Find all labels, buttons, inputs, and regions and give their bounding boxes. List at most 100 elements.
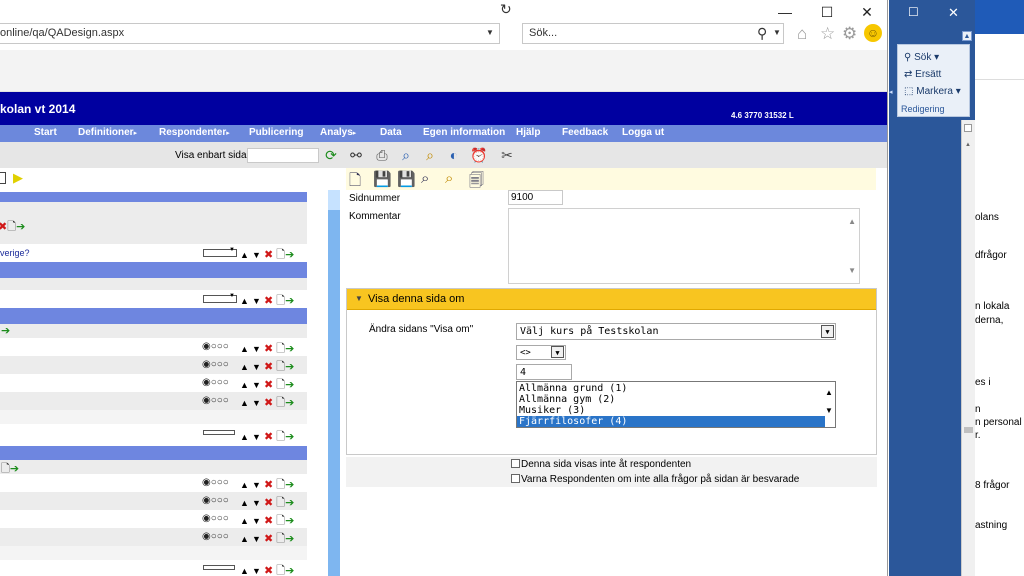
search-input[interactable]: Sök... ⚲ ▼: [522, 23, 784, 44]
document-icon[interactable]: 🗋: [276, 479, 285, 491]
document-icon[interactable]: 🗋: [276, 361, 285, 373]
list-item[interactable]: Musiker (3): [517, 405, 825, 416]
delete-icon[interactable]: ✖: [264, 479, 273, 491]
ruler-toggle[interactable]: [964, 124, 972, 132]
document-icon[interactable]: 🗋: [276, 343, 285, 355]
move-up-icon[interactable]: ▲: [240, 432, 249, 442]
zoom-question-icon[interactable]: ⌕: [445, 170, 453, 187]
save-icon[interactable]: 💾: [373, 170, 392, 188]
move-arrow-icon[interactable]: ➔: [285, 533, 294, 545]
print-icon[interactable]: ⎙: [373, 146, 391, 164]
question-row[interactable]: ▲ ▼ ✖ 🗋➔: [0, 560, 307, 576]
question-type-dropdown[interactable]: ▼: [203, 247, 237, 257]
move-arrow-icon[interactable]: ➔: [285, 515, 294, 527]
move-down-icon[interactable]: ▼: [252, 480, 261, 490]
ribbon-collapse-icon[interactable]: ▲: [962, 31, 972, 41]
question-row[interactable]: ▲ ▼ ✖ 🗋➔: [0, 424, 307, 444]
list-item[interactable]: Allmänna grund (1): [517, 383, 825, 394]
move-down-icon[interactable]: ▼: [252, 250, 261, 260]
move-up-icon[interactable]: ▲: [240, 296, 249, 306]
collapse-checkbox[interactable]: [0, 172, 6, 184]
play-arrow-icon[interactable]: ▶: [13, 170, 23, 186]
move-arrow-icon[interactable]: ➔: [285, 397, 294, 409]
move-arrow-icon[interactable]: ➔: [285, 565, 294, 576]
move-down-icon[interactable]: ▼: [252, 344, 261, 354]
delete-icon[interactable]: ✖: [264, 397, 273, 409]
menu-start[interactable]: Start: [34, 127, 57, 138]
chevron-down-icon[interactable]: ▼: [821, 325, 834, 338]
feedback-smiley-icon[interactable]: ☺: [864, 24, 882, 42]
operator-select[interactable]: <> ▼: [516, 345, 566, 360]
delete-icon[interactable]: ✖: [264, 295, 273, 307]
move-up-icon[interactable]: ▲: [240, 498, 249, 508]
move-down-icon[interactable]: ▼: [252, 498, 261, 508]
scroll-down-icon[interactable]: ▼: [848, 266, 856, 275]
move-up-icon[interactable]: ▲: [240, 362, 249, 372]
move-arrow-icon[interactable]: ➔: [285, 379, 294, 391]
move-up-icon[interactable]: ▲: [240, 516, 249, 526]
copy-page-icon[interactable]: 🗐: [469, 170, 484, 195]
menu-data[interactable]: Data: [380, 127, 402, 138]
delete-icon[interactable]: ✖: [264, 565, 273, 576]
scroll-up-icon[interactable]: ▲: [825, 388, 833, 397]
answer-options-listbox[interactable]: Allmänna grund (1) Allmänna gym (2) Musi…: [516, 381, 836, 428]
document-icon[interactable]: 🗋: [276, 533, 285, 545]
close-button[interactable]: ✕: [852, 2, 882, 22]
scroll-up-icon[interactable]: ▲: [848, 217, 856, 226]
select-button[interactable]: ⬚ Markera ▾: [904, 86, 961, 97]
move-arrow-icon[interactable]: ➔: [285, 361, 294, 373]
replace-button[interactable]: ⇄ Ersätt: [904, 69, 941, 80]
delete-icon[interactable]: ✖: [264, 379, 273, 391]
search-icon[interactable]: ⚲: [757, 25, 767, 42]
move-arrow-icon[interactable]: ➔: [285, 249, 294, 261]
delete-icon[interactable]: ✖: [264, 343, 273, 355]
condition-value-input[interactable]: 4: [516, 364, 572, 380]
save-as-icon[interactable]: 💾: [397, 170, 416, 188]
chevron-down-icon[interactable]: ▼: [551, 346, 564, 358]
question-row[interactable]: ▼ ▲ ▼ ✖ 🗋➔: [0, 290, 307, 308]
delete-icon[interactable]: ✖: [264, 431, 273, 443]
move-arrow-icon[interactable]: ➔: [1, 324, 10, 337]
move-up-icon[interactable]: ▲: [240, 380, 249, 390]
scroll-up-icon[interactable]: ▲: [965, 142, 971, 148]
zoom-icon[interactable]: ⌕: [421, 170, 429, 187]
list-item[interactable]: Allmänna gym (2): [517, 394, 825, 405]
move-up-icon[interactable]: ▲: [240, 250, 249, 260]
favorites-star-icon[interactable]: ☆: [820, 24, 835, 44]
move-arrow-icon[interactable]: ➔: [285, 479, 294, 491]
menu-respondenter[interactable]: Respondenter▸: [159, 127, 230, 138]
question-row[interactable]: verige? ▼ ▲ ▼ ✖ 🗋➔: [0, 244, 307, 262]
question-row[interactable]: ◉○○○ ▲ ▼ ✖ 🗋➔: [0, 338, 307, 356]
warn-respondent-checkbox[interactable]: [511, 474, 520, 483]
zoom-page-icon[interactable]: ⌕: [397, 146, 415, 164]
address-dropdown-icon[interactable]: ▼: [486, 28, 494, 37]
delete-icon[interactable]: ✖: [264, 249, 273, 261]
question-row[interactable]: ◉○○○ ▲ ▼ ✖ 🗋➔: [0, 374, 307, 392]
move-down-icon[interactable]: ▼: [252, 432, 261, 442]
maximize-button[interactable]: ☐: [812, 2, 842, 22]
new-page-icon[interactable]: 🗋: [349, 170, 361, 195]
condition-question-select[interactable]: Välj kurs på Testskolan ▼: [516, 323, 836, 340]
visibility-section-header[interactable]: ▼ Visa denna sida om: [347, 289, 876, 310]
document-icon[interactable]: 🗋: [276, 497, 285, 509]
menu-hjalp[interactable]: Hjälp: [516, 127, 540, 138]
menu-egen-information[interactable]: Egen information: [423, 127, 505, 138]
scroll-down-icon[interactable]: ▼: [825, 406, 833, 415]
question-row[interactable]: ◉○○○ ▲ ▼ ✖ 🗋➔: [0, 392, 307, 410]
zoom-question-icon[interactable]: ⌕: [421, 146, 439, 164]
collapse-arrow-icon[interactable]: ▼: [355, 294, 363, 303]
sidnummer-input[interactable]: 9100: [508, 190, 563, 205]
moon-icon[interactable]: ◐: [445, 146, 463, 164]
panel-scrollbar-top[interactable]: [328, 190, 340, 210]
move-arrow-icon[interactable]: ➔: [285, 295, 294, 307]
home-icon[interactable]: ⌂: [797, 24, 807, 44]
document-icon[interactable]: 🗋: [276, 379, 285, 391]
delete-icon[interactable]: ✖: [264, 361, 273, 373]
list-item-selected[interactable]: Fjärrfilosofer (4): [517, 416, 825, 427]
ribbon-scroll-icon[interactable]: ◂: [889, 88, 895, 98]
document-icon[interactable]: 🗋: [276, 565, 285, 576]
move-up-icon[interactable]: ▲: [240, 398, 249, 408]
menu-feedback[interactable]: Feedback: [562, 127, 608, 138]
question-row[interactable]: ◉○○○ ▲ ▼ ✖ 🗋➔: [0, 474, 307, 492]
move-down-icon[interactable]: ▼: [252, 398, 261, 408]
